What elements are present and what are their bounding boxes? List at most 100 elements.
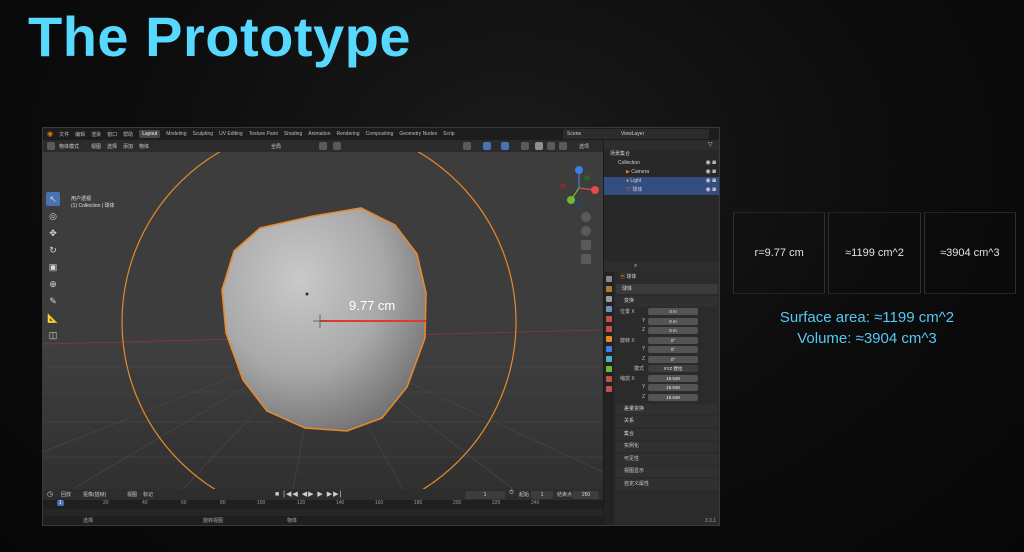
eye-icon[interactable]: ◉ ◙ xyxy=(705,168,716,177)
render-tab-icon[interactable] xyxy=(606,286,612,292)
rotation-y-field[interactable]: 0° xyxy=(648,346,698,353)
3d-viewport[interactable]: ↖ ◎ ✥ ↻ ▣ ⊕ ✎ 📐 ◫ 用户透视 (1) Collection | … xyxy=(43,152,603,489)
cursor-tool-icon[interactable]: ◎ xyxy=(46,209,60,223)
rotation-mode-dropdown[interactable]: XYZ 欧拉 xyxy=(648,365,698,372)
eye-icon[interactable]: ◉ ◙ xyxy=(705,159,716,168)
modifier-tab-icon[interactable] xyxy=(606,346,612,352)
menu-render[interactable]: 渲染 xyxy=(91,131,101,138)
timeline-ruler[interactable]: 1 20 40 60 80 100 120 140 160 180 200 22… xyxy=(43,500,603,509)
object-name-field[interactable]: 球体 xyxy=(616,284,718,294)
workspace-tab-scripting[interactable]: Scrip xyxy=(443,131,454,137)
scene-selector[interactable]: Scene xyxy=(563,129,613,139)
eye-icon[interactable]: ◉ ◙ xyxy=(705,186,716,195)
outliner-item-camera[interactable]: ▶ Camera ◉ ◙ xyxy=(604,168,719,177)
visibility-icon[interactable] xyxy=(463,142,471,150)
delta-transform-section[interactable]: 差量变换 xyxy=(616,403,718,415)
annotate-tool-icon[interactable]: ✎ xyxy=(46,294,60,308)
rotate-tool-icon[interactable]: ↻ xyxy=(46,243,60,257)
select-tool-icon[interactable]: ↖ xyxy=(46,192,60,206)
workspace-tab-texture-paint[interactable]: Texture Paint xyxy=(249,131,278,137)
workspace-tab-animation[interactable]: Animation xyxy=(308,131,330,137)
scale-z-field[interactable]: 19.548 xyxy=(648,393,698,401)
custom-properties-section[interactable]: 自定义属性 xyxy=(616,478,718,490)
outliner-item-light[interactable]: ● Light ◉ ◙ xyxy=(604,177,719,186)
world-tab-icon[interactable] xyxy=(606,326,612,332)
menu-add[interactable]: 添加 xyxy=(123,143,133,150)
timeline-menu-marker[interactable]: 标记 xyxy=(143,491,153,498)
workspace-tab-layout[interactable]: Layout xyxy=(139,130,161,138)
scene-tab-icon[interactable] xyxy=(606,316,612,322)
menu-help[interactable]: 帮助 xyxy=(123,131,133,138)
measure-tool-icon[interactable]: 📐 xyxy=(46,311,60,325)
transform-orientation[interactable]: 全局 xyxy=(271,143,281,150)
menu-view[interactable]: 视图 xyxy=(91,143,101,150)
end-frame-field[interactable]: 250 xyxy=(573,491,599,499)
particles-tab-icon[interactable] xyxy=(606,356,612,362)
menu-edit[interactable]: 编辑 xyxy=(75,131,85,138)
visibility-section[interactable]: 可见性 xyxy=(616,453,718,465)
menu-file[interactable]: 文件 xyxy=(59,131,69,138)
rotation-x-field[interactable]: 0° xyxy=(648,336,698,344)
menu-select[interactable]: 选择 xyxy=(107,143,117,150)
outliner-item-collection[interactable]: Collection ◉ ◙ xyxy=(604,159,719,168)
shading-solid-icon[interactable] xyxy=(535,142,543,150)
scale-y-field[interactable]: 19.548 xyxy=(648,384,698,391)
mode-selector[interactable]: 物体模式 xyxy=(59,143,79,150)
editor-type-icon[interactable] xyxy=(47,142,55,150)
physics-tab-icon[interactable] xyxy=(606,366,612,372)
eye-icon[interactable]: ◉ ◙ xyxy=(705,177,716,186)
workspace-tab-uv[interactable]: UV Editing xyxy=(219,131,243,137)
workspace-tab-geometry-nodes[interactable]: Geometry Nodes xyxy=(399,131,437,137)
overlay-toggle-icon[interactable] xyxy=(501,142,509,150)
material-tab-icon[interactable] xyxy=(606,386,612,392)
transform-tool-icon[interactable]: ⊕ xyxy=(46,277,60,291)
gizmo-toggle-icon[interactable] xyxy=(483,142,491,150)
outliner-root[interactable]: 场景集合 xyxy=(604,150,719,159)
location-z-field[interactable]: 0 m xyxy=(648,327,698,334)
start-frame-field[interactable]: 1 xyxy=(531,491,553,499)
workspace-tab-sculpting[interactable]: Sculpting xyxy=(193,131,214,137)
outliner-filter-icon[interactable]: ▽ xyxy=(708,141,713,148)
output-tab-icon[interactable] xyxy=(606,296,612,302)
outliner-item-sphere[interactable]: ▽ 球体 ◉ ◙ xyxy=(604,186,719,195)
rotation-z-field[interactable]: 0° xyxy=(648,355,698,363)
xray-icon[interactable] xyxy=(521,142,529,150)
shading-rendered-icon[interactable] xyxy=(559,142,567,150)
view-layer-selector[interactable]: ViewLayer xyxy=(609,129,709,139)
workspace-tab-rendering[interactable]: Rendering xyxy=(336,131,359,137)
current-frame-field[interactable]: 1 xyxy=(465,491,505,499)
blender-logo-icon[interactable]: ◉ xyxy=(47,130,53,138)
location-y-field[interactable]: 0 m xyxy=(648,317,698,325)
workspace-tab-compositing[interactable]: Compositing xyxy=(366,131,394,137)
add-cube-tool-icon[interactable]: ◫ xyxy=(46,328,60,342)
properties-search-icon[interactable]: ⌕ xyxy=(634,263,637,270)
workspace-tab-shading[interactable]: Shading xyxy=(284,131,302,137)
scale-tool-icon[interactable]: ▣ xyxy=(46,260,60,274)
menu-object[interactable]: 物体 xyxy=(139,143,149,150)
location-x-field[interactable]: 0 m xyxy=(648,308,698,315)
shading-material-icon[interactable] xyxy=(547,142,555,150)
constraints-tab-icon[interactable] xyxy=(606,376,612,382)
menu-window[interactable]: 窗口 xyxy=(107,131,117,138)
stopwatch-icon[interactable]: ⏱ xyxy=(509,490,514,497)
options-dropdown[interactable]: 选项 xyxy=(579,143,589,150)
timeline-menu-keying[interactable]: 抠像(插帧) xyxy=(83,491,106,498)
timeline-type-icon[interactable]: ◷ xyxy=(47,490,53,498)
transform-section-header[interactable]: 变换 xyxy=(616,296,718,307)
workspace-tab-modeling[interactable]: Modeling xyxy=(166,131,186,137)
object-tab-icon[interactable] xyxy=(606,336,612,342)
instancing-section[interactable]: 实例化 xyxy=(616,441,718,452)
pivot-icon[interactable] xyxy=(319,142,327,150)
move-tool-icon[interactable]: ✥ xyxy=(46,226,60,240)
viewport-display-section[interactable]: 视图显示 xyxy=(616,466,718,477)
snap-icon[interactable] xyxy=(333,142,341,150)
playback-controls[interactable]: ■ |◀◀ ◀▶ ▶ ▶▶| xyxy=(275,490,342,498)
timeline-menu-view[interactable]: 视图 xyxy=(127,491,137,498)
relations-section[interactable]: 关系 xyxy=(616,416,718,427)
tool-tab-icon[interactable] xyxy=(606,276,612,282)
collections-section[interactable]: 集合 xyxy=(616,428,718,440)
timeline-menu-playback[interactable]: 回放 xyxy=(61,491,71,498)
view-layer-tab-icon[interactable] xyxy=(606,306,612,312)
scale-x-field[interactable]: 19.548 xyxy=(648,374,698,382)
frame-indicator[interactable]: 1 xyxy=(57,500,64,506)
